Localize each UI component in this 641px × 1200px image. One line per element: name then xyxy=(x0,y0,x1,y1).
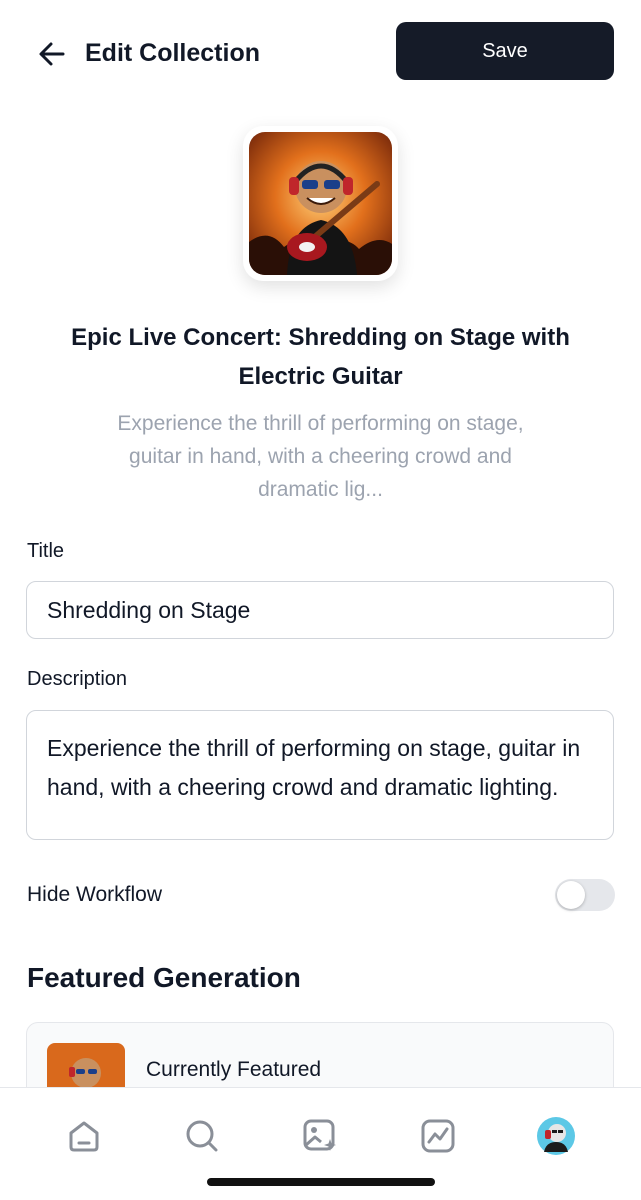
nav-create[interactable] xyxy=(300,1116,340,1156)
currently-featured-label: Currently Featured xyxy=(146,1058,322,1081)
header: Edit Collection Save xyxy=(0,0,641,100)
title-input[interactable] xyxy=(26,581,614,639)
nav-home[interactable] xyxy=(64,1116,104,1156)
collection-title: Epic Live Concert: Shredding on Stage wi… xyxy=(71,324,570,390)
home-indicator xyxy=(207,1178,435,1186)
cover-image-frame[interactable] xyxy=(243,126,398,281)
profile-avatar xyxy=(537,1117,575,1155)
nav-activity[interactable] xyxy=(418,1116,458,1156)
featured-section-title: Featured Generation xyxy=(27,962,301,993)
description-label: Description xyxy=(27,668,128,690)
nav-search[interactable] xyxy=(182,1116,222,1156)
hide-workflow-label: Hide Workflow xyxy=(27,883,162,906)
guitarist-cover-image xyxy=(249,132,392,275)
title-label: Title xyxy=(27,540,65,562)
description-textarea[interactable]: Experience the thrill of performing on s… xyxy=(26,710,614,840)
back-button[interactable] xyxy=(34,36,70,72)
save-button[interactable]: Save xyxy=(396,22,614,80)
search-icon xyxy=(186,1120,218,1152)
activity-icon xyxy=(421,1119,455,1153)
collection-description-preview: Experience the thrill of performing on s… xyxy=(117,412,524,501)
nav-profile[interactable] xyxy=(536,1116,576,1156)
page-title: Edit Collection xyxy=(85,39,260,67)
create-image-icon xyxy=(303,1119,336,1151)
toggle-knob xyxy=(557,881,585,909)
home-icon xyxy=(69,1121,99,1152)
arrow-left-icon xyxy=(39,42,65,66)
hide-workflow-toggle[interactable] xyxy=(555,879,615,911)
